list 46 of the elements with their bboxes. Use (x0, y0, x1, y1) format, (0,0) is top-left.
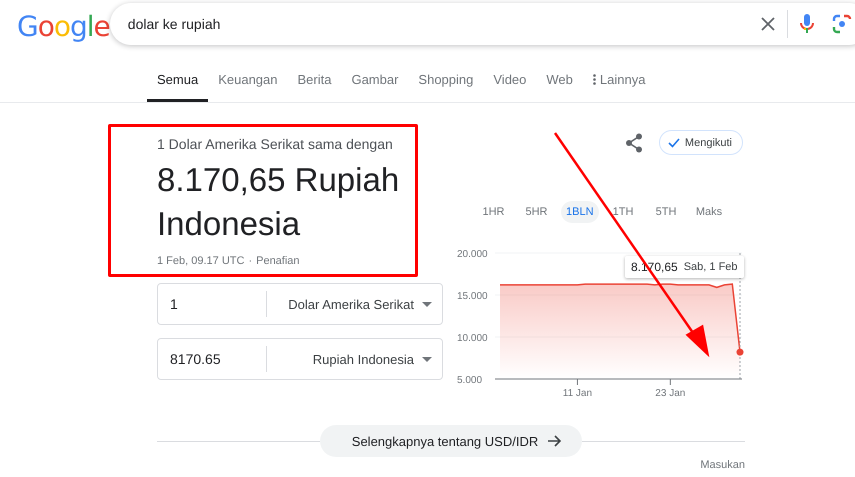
search-tab[interactable]: Keuangan (208, 72, 288, 102)
axis-label: 11 Jan (562, 388, 592, 399)
search-tab[interactable]: Lainnya (582, 72, 656, 102)
tooltip-date: Sab, 1 Feb (684, 261, 738, 273)
separator: · (248, 255, 252, 267)
search-tab[interactable]: Shopping (408, 72, 484, 102)
close-icon[interactable] (760, 17, 775, 31)
currency-select[interactable]: Dolar Amerika Serikat (288, 296, 414, 312)
range-tab[interactable]: 1HR (475, 201, 512, 223)
range-tab[interactable]: Maks (690, 201, 728, 223)
microphone-icon[interactable] (800, 14, 814, 34)
caret-icon (422, 302, 432, 306)
share-icon[interactable] (624, 132, 643, 152)
search-tab[interactable]: Video (483, 72, 536, 102)
caret-icon (422, 356, 432, 362)
search-tab[interactable]: Semua (147, 72, 208, 102)
search-field[interactable]: dolar ke rupiah (110, 3, 855, 45)
axis-label: 20.000 (457, 249, 488, 260)
disclaimer-link[interactable]: Penafian (256, 255, 300, 267)
range-tab[interactable]: 1TH (604, 201, 642, 223)
range-tab[interactable]: 1BLN (561, 201, 599, 223)
more-icon (592, 74, 596, 85)
axis-label: 15.000 (457, 291, 488, 302)
camera-icon[interactable] (832, 14, 852, 34)
google-logo[interactable]: Google (0, 10, 110, 42)
search-tab[interactable]: Gambar (341, 72, 408, 102)
axis-label: 10.000 (457, 333, 488, 344)
result-subtitle: 1 Dolar Amerika Serikat sama dengan (157, 136, 394, 152)
amount-input[interactable]: 8170.65 (158, 346, 267, 372)
more-info-button[interactable]: Selengkapnya tentang USD/IDR (320, 425, 582, 457)
axis-label: 5.000 (457, 375, 482, 386)
currency-select[interactable]: Rupiah Indonesia (312, 352, 414, 366)
converter-row[interactable]: 8170.65 Rupiah Indonesia (157, 338, 443, 380)
amount-input[interactable]: 1 (158, 291, 267, 317)
data-point (736, 348, 744, 356)
result-headline: 8.170,65 Rupiah Indonesia (157, 160, 400, 244)
feedback-link[interactable]: Masukan (700, 459, 745, 471)
range-tab[interactable]: 5HR (518, 201, 555, 223)
range-tab[interactable]: 5TH (648, 201, 685, 223)
follow-button[interactable]: Mengikuti (658, 130, 743, 155)
search-tab[interactable]: Web (536, 72, 583, 102)
search-tab[interactable]: Berita (287, 72, 342, 102)
timestamp: 1 Feb, 09.17 UTC (157, 255, 244, 267)
axis-label: 23 Jan (655, 388, 686, 399)
converter-row[interactable]: 1 Dolar Amerika Serikat (157, 283, 443, 325)
arrow-right-icon (548, 435, 562, 447)
